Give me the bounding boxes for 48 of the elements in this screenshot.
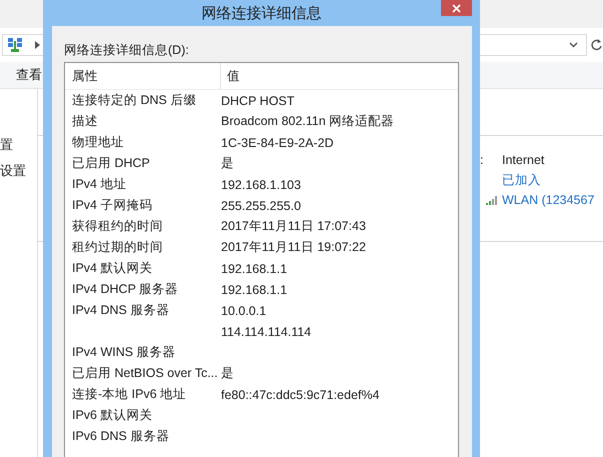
- property-name: 获得租约的时间: [72, 219, 163, 233]
- refresh-icon[interactable]: [591, 39, 602, 51]
- property-value: 10.0.0.1: [221, 304, 266, 318]
- network-link[interactable]: WLAN (1234567: [502, 193, 594, 207]
- property-value: 2017年11月11日 17:07:43: [221, 219, 366, 233]
- access-type: Internet: [502, 153, 544, 167]
- property-name: 物理地址: [72, 135, 124, 149]
- property-name: IPv6 默认网关: [72, 408, 152, 422]
- chevron-icon[interactable]: [35, 41, 40, 49]
- label-fragment: :: [480, 153, 484, 167]
- property-name: IPv4 WINS 服务器: [72, 345, 176, 359]
- list-label: 网络连接详细信息(D):: [64, 42, 190, 58]
- property-name: 描述: [72, 114, 98, 128]
- property-value: 192.168.1.1: [221, 282, 288, 296]
- property-value: fe80::47c:ddc5:9c71:edef%4: [221, 388, 380, 402]
- property-value: DHCP HOST: [221, 94, 294, 108]
- close-icon: [452, 4, 461, 12]
- property-value: 2017年11月11日 19:07:22: [221, 240, 366, 254]
- property-value: Broadcom 802.11n 网络适配器: [221, 114, 394, 128]
- dropdown-icon[interactable]: [569, 42, 578, 48]
- ribbon-tab[interactable]: 查看: [16, 66, 42, 84]
- property-name: IPv4 DNS 服务器: [72, 303, 170, 317]
- status-link[interactable]: 已加入: [502, 172, 541, 188]
- network-icon: [7, 38, 23, 52]
- signal-icon: [486, 196, 497, 204]
- property-name: 租约过期的时间: [72, 240, 163, 254]
- property-name: IPv4 默认网关: [72, 261, 152, 275]
- column-header[interactable]: 值: [221, 63, 240, 89]
- property-name: 连接-本地 IPv6 地址: [72, 387, 186, 401]
- nav-item[interactable]: 置: [0, 136, 37, 154]
- property-value: 255.255.255.0: [221, 198, 301, 212]
- property-name: IPv4 DHCP 服务器: [72, 282, 178, 296]
- property-name: 已启用 NetBIOS over Tc...: [72, 366, 218, 380]
- property-value: 1C-3E-84-E9-2A-2D: [221, 136, 334, 150]
- nav-item[interactable]: 设置: [0, 162, 37, 180]
- property-name: IPv6 DNS 服务器: [72, 429, 170, 443]
- close-button[interactable]: [441, 0, 472, 16]
- property-name: 连接特定的 DNS 后缀: [72, 93, 196, 107]
- window-title: 网络连接详细信息: [202, 4, 322, 22]
- property-value: 192.168.1.1: [221, 262, 288, 276]
- property-name: IPv4 子网掩码: [72, 198, 152, 212]
- property-value: 是: [221, 366, 234, 380]
- property-value: 114.114.114.114: [221, 324, 312, 338]
- column-header[interactable]: 属性: [65, 63, 221, 89]
- property-name: 已启用 DHCP: [72, 156, 150, 170]
- property-value: 是: [221, 156, 234, 170]
- property-value: 192.168.1.103: [221, 178, 301, 192]
- property-name: IPv4 地址: [72, 177, 126, 191]
